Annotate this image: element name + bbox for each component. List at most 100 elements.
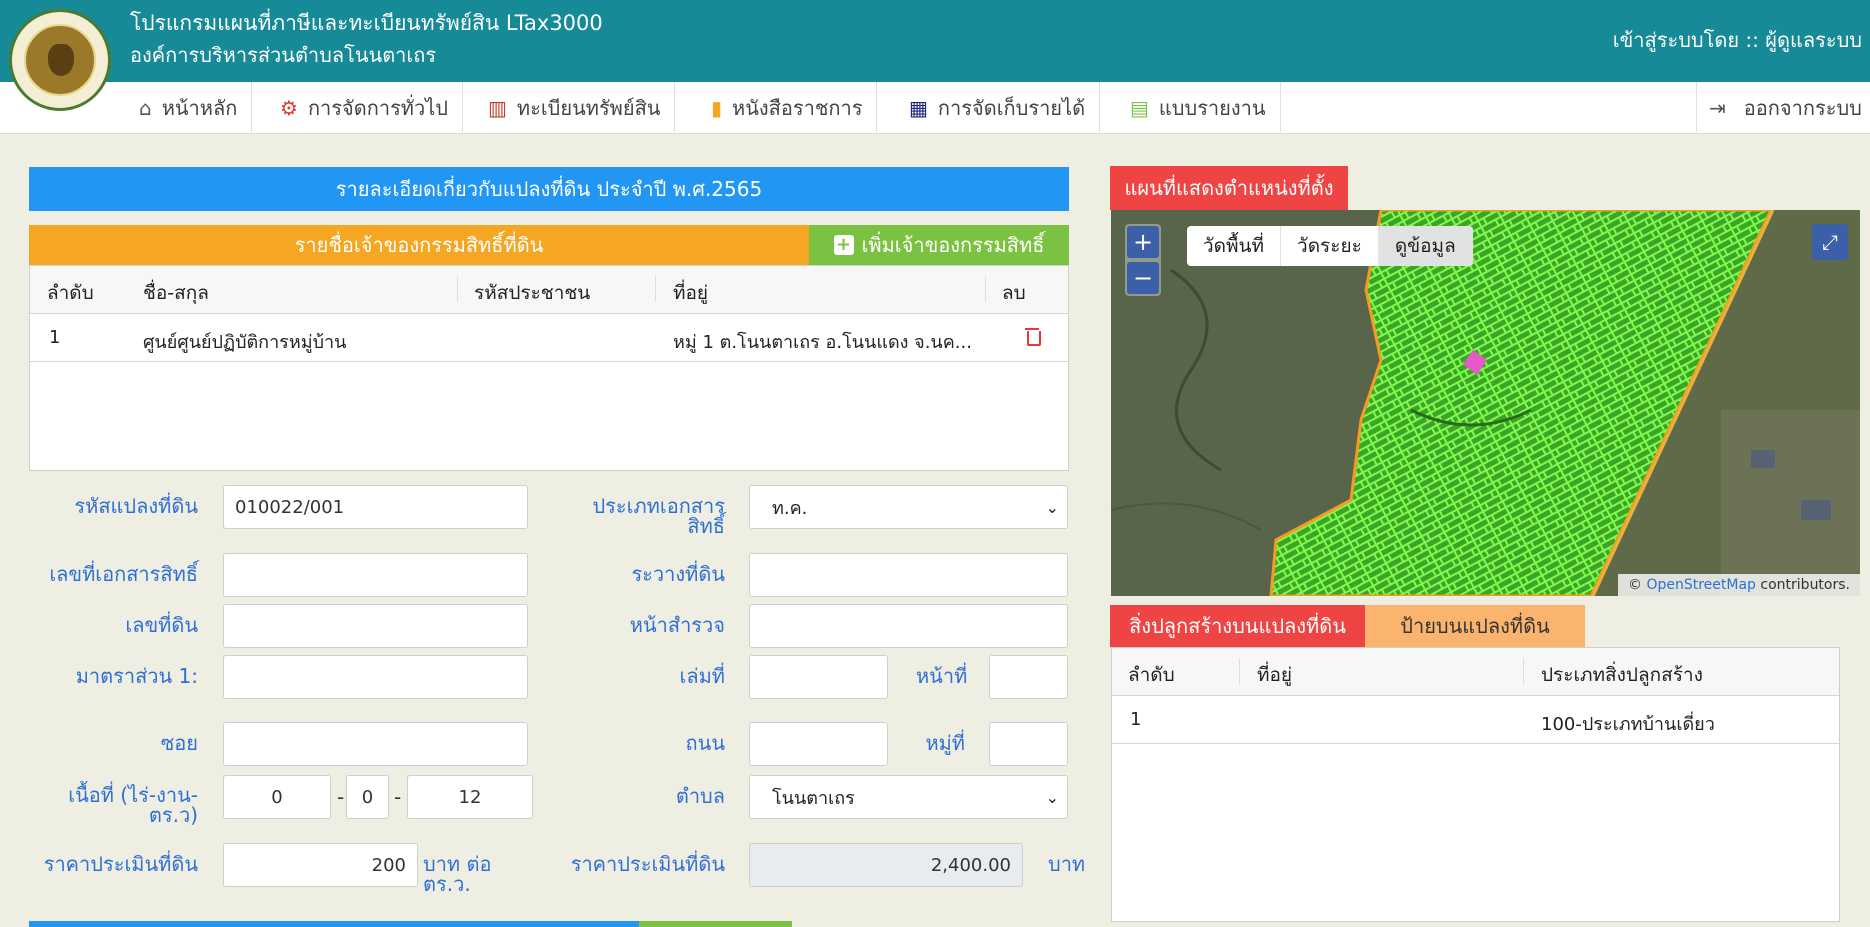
price-unit: บาท ต่อ ตร.ว.: [423, 852, 492, 896]
nav-revenue[interactable]: ▦ การจัดเก็บรายได้: [895, 82, 1101, 134]
doc-type-select[interactable]: ท.ค. ⌄: [749, 485, 1068, 529]
total-unit: บาท: [1048, 852, 1086, 876]
osm-link[interactable]: OpenStreetMap: [1646, 577, 1755, 593]
col-address: ที่อยู่: [1257, 664, 1293, 686]
action-button[interactable]: [639, 921, 792, 927]
trash-icon[interactable]: [1025, 327, 1041, 346]
owners-title: รายชื่อเจ้าของกรรมสิทธิ์ที่ดิน: [29, 225, 809, 265]
road-label: ถนน: [685, 731, 725, 755]
tambon-select[interactable]: โนนตาเถร ⌄: [749, 775, 1068, 819]
gears-icon: ⚙: [280, 96, 298, 120]
tab-signs[interactable]: ป้ายบนแปลงที่ดิน: [1365, 605, 1585, 647]
map-tab[interactable]: แผนที่แสดงตำแหน่งที่ตั้ง: [1110, 166, 1348, 210]
area-dash-2: -: [394, 785, 402, 809]
road-input[interactable]: [749, 722, 888, 766]
nav-home[interactable]: ⌂ หน้าหลัก: [125, 82, 253, 134]
soi-label: ซอย: [160, 731, 198, 755]
view-info-button[interactable]: ดูข้อมูล: [1378, 226, 1473, 266]
save-button[interactable]: [29, 921, 639, 927]
zoom-out-button[interactable]: −: [1127, 262, 1159, 294]
doc-type-value: ท.ค.: [772, 497, 808, 519]
chevron-down-icon: ⌄: [1045, 498, 1059, 517]
measure-area-button[interactable]: วัดพื้นที่: [1187, 226, 1282, 266]
soi-input[interactable]: [223, 722, 528, 766]
nav-documents[interactable]: ▮ หนังสือราชการ: [697, 82, 878, 134]
buildings-table-header: ลำดับ ที่อยู่ ประเภทสิ่งปลูกสร้าง: [1112, 648, 1839, 696]
map-attribution: © OpenStreetMap contributors.: [1618, 574, 1860, 596]
moo-label: หมู่ที่: [925, 731, 965, 755]
price-per-wa-input[interactable]: 200: [223, 843, 418, 887]
area-rai-input[interactable]: 0: [223, 775, 331, 819]
book-input[interactable]: [749, 655, 888, 699]
land-no-label: เลขที่ดิน: [125, 613, 198, 637]
owner-address: หมู่ 1 ต.โนนตาเถร อ.โนนแดง จ.นค...: [673, 332, 972, 353]
logout-button[interactable]: ⇥ ออกจากระบบ: [1696, 82, 1870, 134]
total-label: ราคาประเมินที่ดิน: [570, 852, 725, 876]
document-icon: ▮: [711, 96, 723, 120]
col-delete: ลบ: [1002, 282, 1026, 304]
col-address: ที่อยู่: [673, 282, 709, 304]
table-row[interactable]: 1 100-ประเภทบ้านเดี่ยว: [1112, 696, 1839, 744]
tab-buildings[interactable]: สิ่งปลูกสร้างบนแปลงที่ดิน: [1110, 605, 1365, 647]
nav-reports[interactable]: ▤ แบบรายงาน: [1116, 82, 1281, 134]
survey-page-input[interactable]: [749, 604, 1068, 648]
map-icon: ▥: [488, 96, 507, 120]
doc-no-label: เลขที่เอกสารสิทธิ์: [49, 562, 198, 586]
app-header: โปรแกรมแผนที่ภาษีและทะเบียนทรัพย์สิน LTa…: [0, 0, 1870, 82]
moo-input[interactable]: [989, 722, 1068, 766]
measure-distance-button[interactable]: วัดระยะ: [1281, 226, 1379, 266]
col-citizen-id: รหัสประชาชน: [474, 282, 591, 304]
land-no-input[interactable]: [223, 604, 528, 648]
book-label: เล่มที่: [679, 664, 725, 688]
doc-type-label: ประเภทเอกสารสิทธิ์: [592, 494, 725, 538]
org-logo: [9, 9, 111, 111]
price-label: ราคาประเมินที่ดิน: [43, 852, 198, 876]
logout-label: ออกจากระบบ: [1743, 96, 1862, 120]
add-owner-button[interactable]: + เพิ่มเจ้าของกรรมสิทธิ์: [809, 225, 1069, 265]
doc-no-input[interactable]: [223, 553, 528, 597]
col-no: ลำดับ: [47, 282, 94, 304]
parcel-map[interactable]: + − วัดพื้นที่ วัดระยะ ดูข้อมูล ⤢ © Open…: [1111, 210, 1860, 596]
map-tools: วัดพื้นที่ วัดระยะ ดูข้อมูล: [1187, 226, 1473, 266]
scale-input[interactable]: [223, 655, 528, 699]
nav-general[interactable]: ⚙ การจัดการทั่วไป: [266, 82, 463, 134]
home-icon: ⌂: [139, 96, 152, 120]
col-no: ลำดับ: [1128, 664, 1175, 686]
owners-table: ลำดับ ชื่อ-สกุล รหัสประชาชน ที่อยู่ ลบ 1…: [29, 265, 1069, 471]
zoom-in-button[interactable]: +: [1127, 226, 1159, 258]
area-label: เนื้อที่ (ไร่-งาน-ตร.ว): [68, 783, 198, 827]
land-title-bar: รายละเอียดเกี่ยวกับแปลงที่ดิน ประจำปี พ.…: [29, 167, 1069, 211]
nav-reports-label: แบบรายงาน: [1158, 96, 1266, 120]
nav-general-label: การจัดการทั่วไป: [307, 96, 448, 120]
building-no: 1: [1130, 709, 1142, 730]
col-building-type: ประเภทสิ่งปลูกสร้าง: [1541, 664, 1703, 686]
zoom-control: + −: [1125, 224, 1161, 296]
calculator-icon: ▦: [909, 96, 928, 120]
tambon-label: ตำบล: [675, 784, 725, 808]
fullscreen-icon[interactable]: ⤢: [1812, 224, 1848, 260]
nav-documents-label: หนังสือราชการ: [732, 96, 863, 120]
survey-input[interactable]: [749, 553, 1068, 597]
logout-icon: ⇥: [1709, 96, 1726, 120]
seal-icon: [24, 24, 96, 96]
attribution-prefix: ©: [1628, 577, 1643, 593]
area-ngan-input[interactable]: 0: [346, 775, 389, 819]
owner-name: ศูนย์ศูนย์ปฏิบัติการหมู่บ้าน: [143, 332, 347, 353]
owner-no: 1: [49, 327, 61, 348]
table-icon: ▤: [1130, 96, 1149, 120]
nav-assets-label: ทะเบียนทรัพย์สิน: [516, 96, 661, 120]
table-row[interactable]: 1 ศูนย์ศูนย์ปฏิบัติการหมู่บ้าน หมู่ 1 ต.…: [30, 314, 1068, 362]
org-title: องค์การบริหารส่วนตำบลโนนตาเถร: [130, 43, 437, 67]
area-wa-input[interactable]: 12: [407, 775, 533, 819]
page-input[interactable]: [989, 655, 1068, 699]
tambon-value: โนนตาเถร: [772, 787, 855, 809]
area-dash-1: -: [337, 785, 345, 809]
total-price-input: 2,400.00: [749, 843, 1023, 887]
nav-assets[interactable]: ▥ ทะเบียนทรัพย์สิน: [474, 82, 676, 134]
map-imagery: [1111, 210, 1860, 596]
main-nav: ⌂ หน้าหลัก ⚙ การจัดการทั่วไป ▥ ทะเบียนทร…: [0, 82, 1870, 134]
building-type: 100-ประเภทบ้านเดี่ยว: [1541, 714, 1715, 735]
col-name: ชื่อ-สกุล: [143, 282, 209, 304]
owners-table-header: ลำดับ ชื่อ-สกุล รหัสประชาชน ที่อยู่ ลบ: [30, 266, 1068, 314]
parcel-code-input[interactable]: 010022/001: [223, 485, 528, 529]
